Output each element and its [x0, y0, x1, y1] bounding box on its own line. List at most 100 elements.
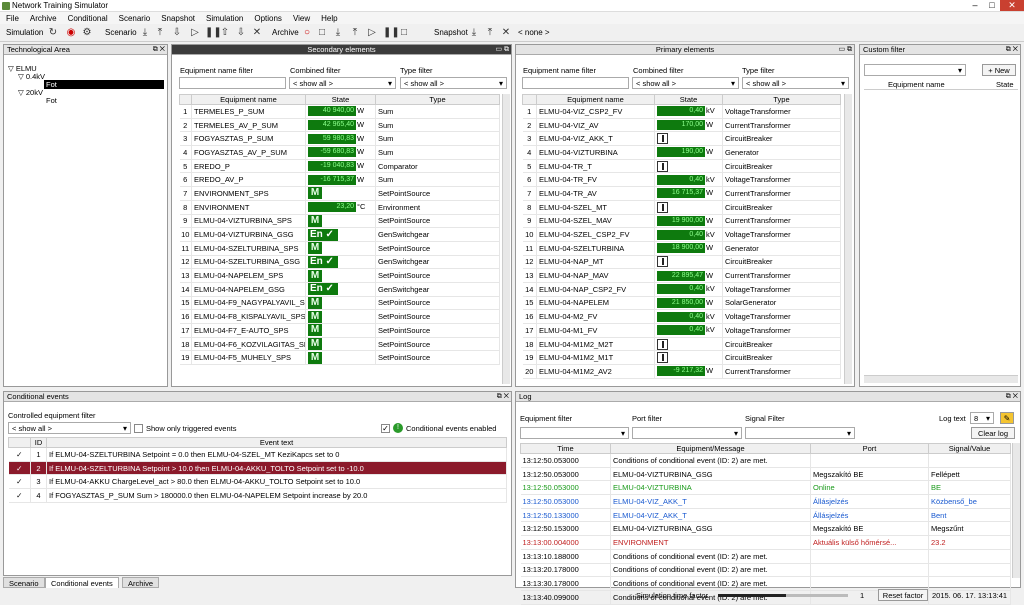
state-value[interactable]: 190,00 — [657, 147, 705, 158]
log-text-select[interactable]: 8 — [970, 412, 994, 424]
table-row[interactable]: 17 ELMU-04-M1_FV 0,40 kV VoltageTransformer — [522, 323, 841, 338]
table-row[interactable]: 20 ELMU-04-M1M2_AV2 -9 217,32 W CurrentTrans… — [522, 364, 841, 379]
col-port[interactable]: Port — [810, 443, 929, 454]
menu-conditional[interactable]: Conditional — [62, 12, 113, 23]
menu-options[interactable]: Options — [248, 12, 287, 23]
table-row[interactable]: 1 TERMELES_P_SUM 40 940,00 W Sum — [179, 104, 500, 119]
circuit-breaker-icon[interactable] — [657, 352, 668, 364]
state-value[interactable]: 40 940,00 — [308, 106, 356, 117]
table-row[interactable]: 8 ENVIRONMENT 23,20 °C Environment — [179, 200, 500, 215]
col-state[interactable]: State — [305, 94, 376, 105]
state-value[interactable]: 22 895,47 — [657, 270, 705, 281]
primary-name-filter-input[interactable] — [522, 77, 629, 89]
log-scrollbar[interactable] — [1012, 443, 1020, 578]
table-row[interactable]: 13 ELMU-04-NAPELEM_SPS M SetPointSource — [179, 268, 500, 283]
menu-archive[interactable]: Archive — [24, 12, 62, 23]
circuit-breaker-icon[interactable] — [657, 256, 668, 268]
menu-help[interactable]: Help — [315, 12, 342, 23]
step-down-icon[interactable]: ⇩ — [236, 28, 246, 38]
new-filter-button[interactable]: + New — [982, 64, 1016, 76]
manual-mode-icon[interactable]: M — [308, 242, 322, 255]
col-type[interactable]: Type — [722, 94, 841, 105]
custom-controls-icon[interactable]: ⧉ ✕ — [1006, 45, 1018, 55]
refresh-icon[interactable]: ↻ — [48, 28, 58, 38]
table-row[interactable]: 14 ELMU-04-NAPELEM_GSG En ✓ GenSwitchgear — [179, 282, 500, 297]
cross-icon[interactable]: ✕ — [252, 28, 262, 38]
log-controls-icon[interactable]: ⧉ ✕ — [1006, 392, 1018, 402]
custom-filter-select[interactable] — [864, 64, 966, 76]
state-value[interactable]: 0,40 — [657, 106, 705, 117]
secondary-combined-filter-select[interactable]: < show all > — [289, 77, 396, 89]
archive-end-icon[interactable]: □ — [399, 28, 409, 38]
event-enabled-check[interactable]: ✓ — [8, 461, 31, 476]
circuit-breaker-icon[interactable] — [657, 338, 668, 350]
tree-node-20kv[interactable]: ▽ 20kV — [18, 88, 43, 97]
menu-view[interactable]: View — [287, 12, 315, 23]
primary-combined-filter-select[interactable]: < show all > — [632, 77, 739, 89]
table-row[interactable]: 9 ELMU-04-SZEL_MAV 19 900,00 W CurrentTransf… — [522, 214, 841, 229]
state-value[interactable]: 0,40 — [657, 284, 705, 295]
table-row[interactable]: 13:13:30.178000 Conditions of conditional… — [520, 576, 1011, 591]
state-value[interactable]: 23,20 — [308, 202, 356, 213]
settings-icon[interactable]: ⚙ — [82, 28, 92, 38]
enabled-switchgear-icon[interactable]: En ✓ — [308, 283, 338, 296]
table-row[interactable]: 15 ELMU-04-NAPELEM 21 850,00 W SolarGenerato… — [522, 296, 841, 311]
clear-log-button[interactable]: Clear log — [971, 427, 1015, 439]
secondary-type-filter-select[interactable]: < show all > — [400, 77, 507, 89]
state-value[interactable]: 0,40 — [657, 325, 705, 336]
table-row[interactable]: 3 FOGYASZTAS_P_SUM 59 980,83 W Sum — [179, 131, 500, 147]
manual-mode-icon[interactable]: M — [308, 351, 322, 364]
state-value[interactable]: 16 715,37 — [657, 188, 705, 199]
maximize-icon[interactable]: □ — [984, 0, 1000, 11]
state-value[interactable]: 19 900,00 — [657, 215, 705, 226]
play-icon[interactable]: ▷ — [190, 28, 200, 38]
archive-pause-icon[interactable]: ❚❚ — [383, 28, 400, 38]
enabled-switchgear-icon[interactable]: En ✓ — [308, 255, 338, 268]
primary-type-filter-select[interactable]: < show all > — [742, 77, 849, 89]
log-equipment-select[interactable] — [520, 427, 629, 439]
circuit-breaker-icon[interactable] — [657, 201, 668, 213]
menu-scenario[interactable]: Scenario — [113, 12, 156, 23]
primary-scrollbar[interactable] — [844, 94, 852, 384]
archive-stop-icon[interactable]: □ — [317, 28, 327, 38]
table-row[interactable]: 12 ELMU-04-NAP_MT CircuitBreaker — [522, 255, 841, 270]
table-row[interactable]: 19 ELMU-04-M1M2_M1T CircuitBreaker — [522, 350, 841, 366]
table-row[interactable]: 17 ELMU-04-F7_E-AUTO_SPS M SetPointSource — [179, 323, 500, 338]
table-row[interactable]: 6 ELMU-04-TR_FV 0,40 kV VoltageTransformer — [522, 172, 841, 188]
save-icon[interactable]: ⤓ — [140, 28, 150, 38]
table-row[interactable]: 13:12:50.133000 ELMU-04-VIZ_AKK_T Állásjel… — [520, 508, 1011, 523]
table-row[interactable]: ✓ 1 If ELMU-04-SZELTURBINA Setpoint = 0.0 … — [8, 447, 507, 462]
snapshot-load-icon[interactable]: ⤒ — [485, 28, 495, 38]
table-row[interactable]: 11 ELMU-04-SZELTURBINA_SPS M SetPointSource — [179, 241, 500, 256]
secondary-name-filter-input[interactable] — [179, 77, 286, 89]
col-equipment-name[interactable]: Equipment name — [536, 94, 655, 105]
log-signal-select[interactable] — [745, 427, 855, 439]
cond-controls-icon[interactable]: ⧉ ✕ — [497, 392, 509, 402]
tab-conditional-events[interactable]: Conditional events — [45, 577, 119, 588]
table-row[interactable]: 13:13:00.004000 ENVIRONMENT Aktuális külső… — [520, 535, 1011, 550]
manual-mode-icon[interactable]: M — [308, 310, 322, 323]
pause-icon[interactable]: ❚❚ — [205, 28, 222, 38]
event-enabled-check[interactable]: ✓ — [8, 474, 31, 490]
col-type[interactable]: Type — [375, 94, 500, 105]
table-row[interactable]: 16 ELMU-04-M2_FV 0,40 kV VoltageTransformer — [522, 309, 841, 324]
menu-file[interactable]: File — [0, 12, 24, 23]
col-state[interactable]: State — [996, 80, 1014, 89]
table-row[interactable]: 13:12:50.053000 ELMU-04-VIZTURBINA_GSG Meg… — [520, 467, 1011, 482]
events-enabled-checkbox[interactable]: ✓ — [381, 424, 390, 433]
snapshot-delete-icon[interactable]: ✕ — [501, 28, 511, 38]
table-row[interactable]: 13:12:50.153000 ELMU-04-VIZTURBINA_GSG Meg… — [520, 521, 1011, 537]
manual-mode-icon[interactable]: M — [308, 187, 322, 200]
table-row[interactable]: 13:13:20.178000 Conditions of conditional… — [520, 563, 1011, 578]
col-equipment-name[interactable]: Equipment name — [191, 94, 306, 105]
tree-node-04kv[interactable]: ▽ 0.4kV — [18, 72, 45, 81]
tree-node-fot[interactable]: Fot — [46, 96, 57, 105]
table-row[interactable]: 1 ELMU-04-VIZ_CSP2_FV 0,40 kV VoltageTransfo… — [522, 104, 841, 119]
stop-record-icon[interactable]: ◉ — [66, 28, 76, 38]
menu-snapshot[interactable]: Snapshot — [155, 12, 200, 23]
table-row[interactable]: 13:12:50.053000 ELMU-04-VIZ_AKK_T Állásjel… — [520, 494, 1011, 509]
state-value[interactable]: -16 715,37 — [308, 174, 356, 185]
primary-controls-icon[interactable]: ▭ ⧉ — [838, 45, 852, 55]
col-state[interactable]: State — [654, 94, 723, 105]
table-row[interactable]: 9 ELMU-04-VIZTURBINA_SPS M SetPointSource — [179, 214, 500, 229]
